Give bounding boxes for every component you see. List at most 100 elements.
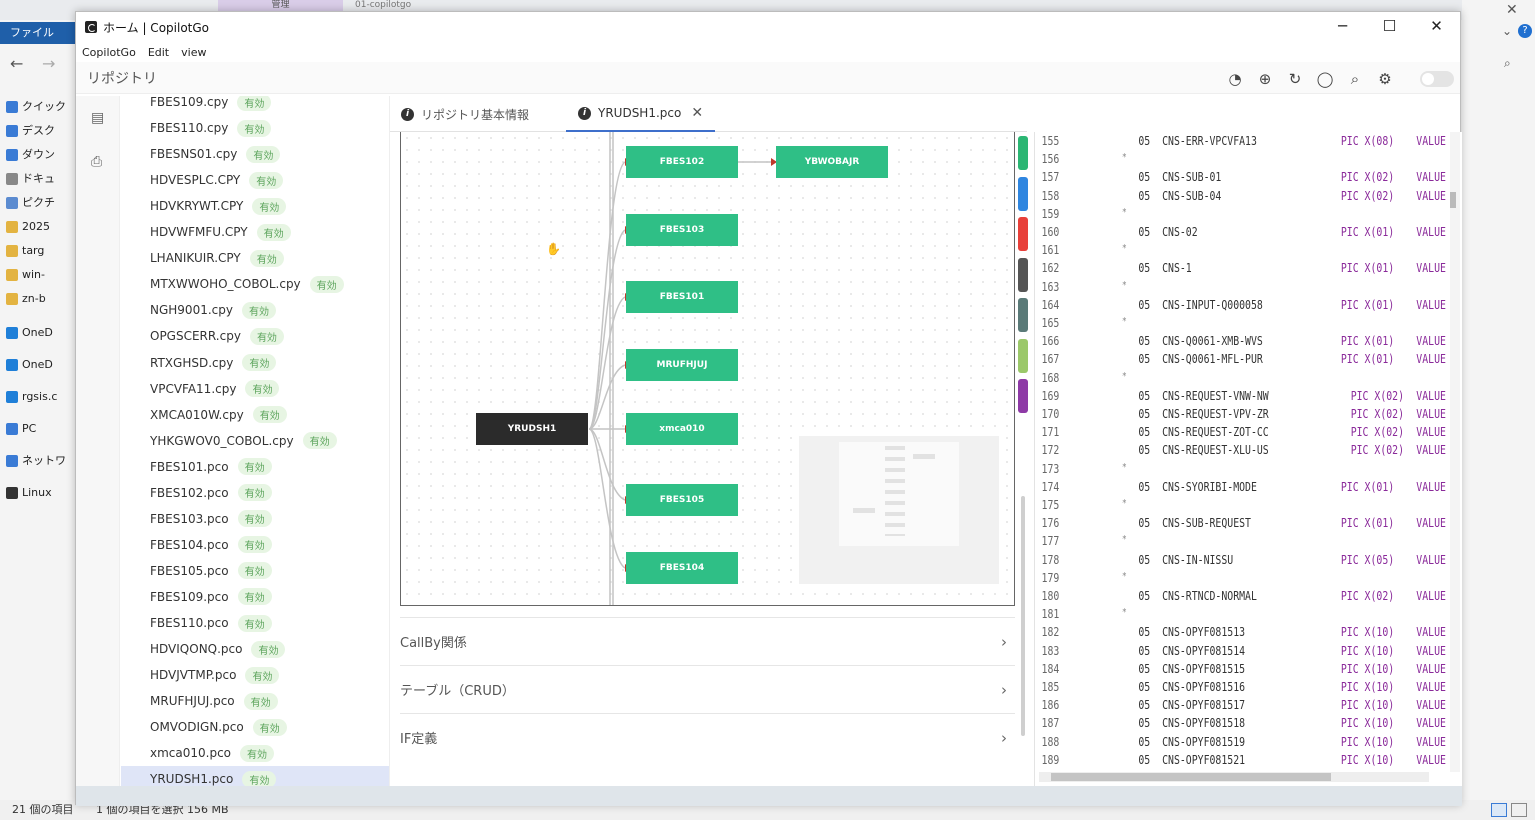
- explorer-sidebar-item[interactable]: Linux: [0, 481, 75, 505]
- file-list-item[interactable]: YRUDSH1.pco 有効: [121, 766, 389, 786]
- close-button[interactable]: ✕: [1413, 12, 1460, 42]
- explorer-close-icon[interactable]: ✕: [1506, 2, 1518, 18]
- file-list-item[interactable]: OMVODIGN.pco 有効: [121, 714, 389, 740]
- file-list-item[interactable]: FBESNS01.cpy 有効: [121, 141, 389, 167]
- file-list-item[interactable]: MTXWWOHO_COBOL.cpy 有効: [121, 271, 389, 297]
- file-list-item[interactable]: HDVKRYWT.CPY 有効: [121, 193, 389, 219]
- theme-toggle[interactable]: [1420, 71, 1454, 87]
- section-callby[interactable]: CallBy関係 ›: [400, 617, 1015, 665]
- explorer-sidebar-item[interactable]: ダウン: [0, 143, 75, 167]
- maximize-button[interactable]: ☐: [1366, 12, 1413, 42]
- dashboard-icon[interactable]: ◔: [1220, 70, 1250, 88]
- explorer-sidebar-item[interactable]: ドキュ: [0, 167, 75, 191]
- back-icon[interactable]: ←: [10, 54, 23, 73]
- target-icon[interactable]: ⊕: [1250, 70, 1280, 88]
- explorer-sidebar-item[interactable]: win-: [0, 263, 75, 287]
- explorer-sidebar-item[interactable]: PC: [0, 417, 75, 441]
- file-list-item[interactable]: XMCA010W.cpy 有効: [121, 402, 389, 428]
- file-list-item[interactable]: FBES109.cpy 有効: [121, 96, 389, 115]
- source-code-viewer[interactable]: 189 05 CNS-OPYF081521 PIC X(10) VALUE 188 05 CN…: [1034, 132, 1462, 786]
- graph-node[interactable]: FBES104: [626, 552, 738, 584]
- menu-item-copilotgo[interactable]: CopilotGo: [82, 46, 136, 59]
- color-tag[interactable]: [1018, 176, 1028, 211]
- file-list-item[interactable]: FBES102.pco 有効: [121, 480, 389, 506]
- explorer-file-ribbon[interactable]: ファイル: [0, 22, 75, 44]
- file-list-item[interactable]: MRUFHJUJ.pco 有効: [121, 688, 389, 714]
- graph-node[interactable]: FBES103: [626, 214, 738, 246]
- explorer-sidebar-label: ドキュ: [22, 172, 55, 185]
- graph-root-node[interactable]: YRUDSH1: [476, 413, 588, 445]
- menu-item-edit[interactable]: Edit: [148, 46, 169, 59]
- refresh-icon[interactable]: ↻: [1280, 70, 1310, 88]
- graph-node[interactable]: MRUFHJUJ: [626, 349, 738, 381]
- file-list-item[interactable]: FBES104.pco 有効: [121, 532, 389, 558]
- details-view-icon[interactable]: [1491, 803, 1507, 817]
- file-list-item[interactable]: FBES105.pco 有効: [121, 558, 389, 584]
- explorer-sidebar-item[interactable]: 2025: [0, 215, 75, 239]
- explorer-sidebar-item[interactable]: クイック: [0, 95, 75, 119]
- code-vertical-scrollbar[interactable]: [1450, 132, 1460, 772]
- chevron-down-icon[interactable]: ⌄: [1502, 24, 1512, 38]
- gear-icon[interactable]: ⚙: [1370, 70, 1400, 88]
- explorer-search-icon[interactable]: ⌕: [1504, 56, 1511, 71]
- code-horizontal-scrollbar[interactable]: [1039, 772, 1429, 782]
- file-list-item[interactable]: FBES109.pco 有効: [121, 584, 389, 610]
- graph-node[interactable]: xmca010: [626, 413, 738, 445]
- explorer-sidebar-item[interactable]: zn-b: [0, 287, 75, 311]
- explorer-sidebar-item[interactable]: デスク: [0, 119, 75, 143]
- explorer-sidebar-item[interactable]: targ: [0, 239, 75, 263]
- graph-node[interactable]: FBES105: [626, 484, 738, 516]
- file-list-item[interactable]: VPCVFA11.cpy 有効: [121, 376, 389, 402]
- color-tag[interactable]: [1018, 298, 1028, 332]
- file-list-item[interactable]: YHKGWOV0_COBOL.cpy 有効: [121, 428, 389, 454]
- tab-yrudsh1[interactable]: i YRUDSH1.pco ✕: [566, 96, 716, 132]
- color-tag[interactable]: [1018, 379, 1028, 413]
- file-list-item[interactable]: FBES101.pco 有効: [121, 454, 389, 480]
- tab-repository-info[interactable]: i リポジトリ基本情報: [401, 96, 529, 132]
- print-icon[interactable]: ⎙: [91, 154, 102, 170]
- call-graph[interactable]: FBES102 YBWOBAJR FBES103 FBES101 MRUFHJU…: [400, 132, 1015, 606]
- file-list-item[interactable]: HDVWFMFU.CPY 有効: [121, 219, 389, 245]
- explorer-sidebar-item[interactable]: OneD: [0, 321, 75, 345]
- section-table-crud[interactable]: テーブル（CRUD） ›: [400, 665, 1015, 713]
- file-list-item[interactable]: OPGSCERR.cpy 有効: [121, 323, 389, 349]
- file-list-item[interactable]: HDVIQONQ.pco 有効: [121, 636, 389, 662]
- minimize-button[interactable]: ─: [1319, 12, 1366, 42]
- document-icon[interactable]: ▤: [91, 110, 104, 126]
- file-list-item[interactable]: RTXGHSD.cpy 有効: [121, 350, 389, 376]
- file-list-item[interactable]: FBES110.cpy 有効: [121, 115, 389, 141]
- file-list-item[interactable]: FBES103.pco 有効: [121, 506, 389, 532]
- explorer-tab-folder[interactable]: 01-copilotgo: [355, 0, 411, 10]
- chat-icon[interactable]: ◯: [1310, 70, 1340, 88]
- color-tag[interactable]: [1018, 217, 1028, 251]
- color-tag[interactable]: [1018, 338, 1028, 373]
- menu-item-view[interactable]: view: [181, 46, 206, 59]
- code-scroll-thumb[interactable]: [1450, 192, 1456, 208]
- file-name: VPCVFA11.cpy: [150, 381, 237, 396]
- explorer-tab-manage[interactable]: 管理: [218, 0, 343, 11]
- graph-node[interactable]: FBES102: [626, 146, 738, 178]
- color-tag[interactable]: [1018, 136, 1028, 170]
- file-list-item[interactable]: LHANIKUIR.CPY 有効: [121, 245, 389, 271]
- file-list-item[interactable]: FBES110.pco 有効: [121, 610, 389, 636]
- graph-node[interactable]: FBES101: [626, 281, 738, 313]
- panel-scrollbar[interactable]: [1021, 496, 1025, 736]
- file-list-item[interactable]: HDVESPLC.CPY 有効: [121, 167, 389, 193]
- explorer-sidebar-item[interactable]: ネットワ: [0, 449, 75, 473]
- section-if-definition[interactable]: IF定義 ›: [400, 713, 1015, 761]
- color-tag[interactable]: [1018, 257, 1028, 292]
- explorer-sidebar-item[interactable]: OneD: [0, 353, 75, 377]
- graph-minimap[interactable]: [799, 436, 999, 584]
- graph-node[interactable]: YBWOBAJR: [776, 146, 888, 178]
- explorer-sidebar-item[interactable]: rgsis.c: [0, 385, 75, 409]
- forward-icon[interactable]: →: [42, 54, 55, 73]
- tiles-view-icon[interactable]: [1511, 803, 1527, 817]
- help-icon[interactable]: ?: [1518, 24, 1532, 38]
- file-list-item[interactable]: HDVJVTMP.pco 有効: [121, 662, 389, 688]
- file-list-item[interactable]: xmca010.pco 有効: [121, 740, 389, 766]
- close-tab-icon[interactable]: ✕: [691, 105, 703, 121]
- search-icon[interactable]: ⌕: [1340, 70, 1370, 88]
- code-hscroll-thumb[interactable]: [1051, 773, 1331, 781]
- file-list-item[interactable]: NGH9001.cpy 有効: [121, 297, 389, 323]
- explorer-sidebar-item[interactable]: ピクチ: [0, 191, 75, 215]
